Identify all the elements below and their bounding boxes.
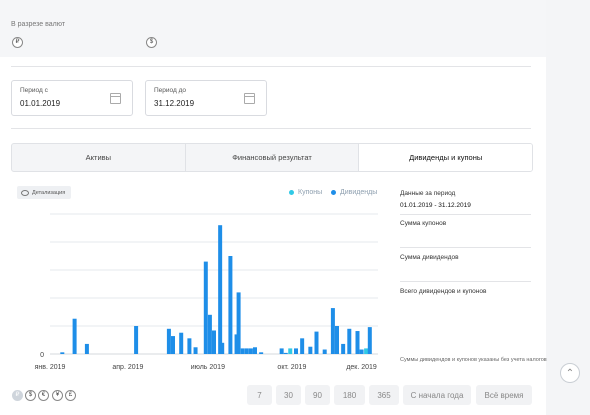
coupons-dot-icon (289, 190, 294, 195)
side-coupons-sum-label: Сумма купонов (400, 220, 447, 227)
pound-icon[interactable]: £ (65, 390, 76, 401)
x-tick-label: июль 2019 (191, 364, 225, 371)
dividend-bar (253, 347, 257, 354)
side-total-sum: Всего дивидендов и купонов (400, 288, 531, 295)
tab-financial-result[interactable]: Финансовый результат (186, 144, 360, 171)
dividend-bar (341, 343, 346, 354)
divider (400, 214, 531, 215)
detail-button-label: Детализация (32, 189, 66, 196)
dividend-bar (300, 338, 305, 354)
dividend-bar (259, 352, 264, 354)
side-period-value: 01.01.2019 - 31.12.2019 (400, 202, 471, 209)
dividend-bar (84, 343, 89, 354)
dividend-bar (203, 261, 208, 354)
dividend-bar (330, 308, 335, 354)
dividend-bar (236, 292, 241, 354)
dividend-bar (212, 330, 216, 354)
dollar-icon[interactable]: $ (25, 390, 36, 401)
dividend-bar (248, 348, 253, 354)
dividend-bar (314, 331, 319, 354)
dividend-bar (244, 348, 249, 354)
dividend-bar (218, 225, 223, 354)
ruble-icon[interactable]: ₽ (12, 37, 23, 48)
period-365-button[interactable]: 365 (369, 385, 399, 405)
divider (11, 128, 531, 129)
x-tick-label: окт. 2019 (277, 364, 306, 371)
dividend-bar (294, 348, 298, 354)
main-panel: В разрезе валют ₽ $ Период с 01.01.2019 … (0, 0, 547, 415)
dividend-bar (72, 318, 77, 354)
period-to-field[interactable]: Период до 31.12.2019 (145, 80, 267, 116)
dividend-bar (355, 331, 360, 354)
side-coupons-sum: Сумма купонов (400, 220, 531, 227)
period-from-value: 01.01.2019 (20, 99, 61, 108)
period-180-button[interactable]: 180 (334, 385, 365, 405)
legend-coupons-label: Купоны (298, 189, 323, 196)
dividend-bar (347, 328, 352, 354)
period-30-button[interactable]: 30 (276, 385, 301, 405)
side-total-sum-label: Всего дивидендов и купонов (400, 288, 487, 295)
x-tick-label: янв. 2019 (35, 364, 66, 371)
scroll-up-button[interactable]: ⌃ (560, 363, 580, 383)
calendar-icon[interactable] (110, 93, 121, 104)
euro-icon[interactable]: € (38, 390, 49, 401)
dividend-bar (193, 347, 198, 354)
period-ytd-button[interactable]: С начала года (403, 385, 471, 405)
dividend-bar (279, 348, 284, 354)
dividend-bar (207, 314, 212, 354)
tabs: Активы Финансовый результат Дивиденды и … (11, 143, 533, 172)
dividends-dot-icon (331, 190, 336, 195)
legend-coupons: Купоны (289, 189, 322, 196)
arrow-up-icon: ⌃ (565, 367, 575, 379)
legend-dividends: Дивиденды (331, 189, 377, 196)
calendar-icon[interactable] (244, 93, 255, 104)
dividend-bar (179, 332, 184, 354)
tax-note: Суммы дивидендов и купонов указаны без у… (400, 357, 547, 363)
coupon-bar (364, 348, 369, 354)
x-tick-label: дек. 2019 (346, 364, 377, 371)
dividend-bar (171, 336, 175, 354)
dividend-bar (308, 346, 313, 354)
period-90-button[interactable]: 90 (305, 385, 330, 405)
dividend-bar (166, 328, 171, 354)
side-period-title: Данные за период (400, 190, 456, 197)
dividend-bar (367, 327, 372, 354)
dividend-bar (134, 326, 139, 354)
yen-icon[interactable]: ¥ (52, 390, 63, 401)
legend-dividends-label: Дивиденды (340, 189, 378, 196)
dividend-bar (283, 352, 288, 354)
period-from-label: Период с (20, 87, 48, 94)
dollar-icon[interactable]: $ (146, 37, 157, 48)
detail-button[interactable]: Детализация (17, 186, 71, 199)
ruble-icon[interactable]: ₽ (12, 390, 23, 401)
currency-section-title: В разрезе валют (11, 21, 66, 28)
period-from-field[interactable]: Период с 01.01.2019 (11, 80, 133, 116)
period-to-value: 31.12.2019 (154, 99, 195, 108)
period-all-button[interactable]: Всё время (476, 385, 532, 405)
dividend-bar (60, 352, 65, 354)
dividend-bar (220, 342, 225, 354)
dividend-bar (335, 326, 339, 354)
x-tick-label: апр. 2019 (112, 364, 143, 371)
eye-icon (21, 189, 29, 196)
currency-section: В разрезе валют ₽ $ (0, 0, 546, 57)
side-period: Данные за период 01.01.2019 - 31.12.2019 (400, 190, 531, 209)
divider (11, 66, 531, 67)
dividend-bar (240, 348, 245, 354)
divider (400, 247, 531, 248)
y-tick-label: 0 (40, 352, 44, 359)
dividends-chart: 0 янв. 2019 апр. 2019 июль 2019 окт. 2019 дек… (35, 213, 378, 371)
dividend-bar (359, 349, 364, 354)
dividend-bar (322, 349, 327, 354)
dividend-bar (228, 256, 233, 354)
tab-dividends-coupons[interactable]: Дивиденды и купоны (359, 144, 532, 171)
side-dividends-sum: Сумма дивидендов (400, 254, 531, 261)
period-to-label: Период до (154, 87, 187, 94)
dividend-bar (187, 338, 192, 354)
tab-assets[interactable]: Активы (12, 144, 186, 171)
coupon-bar (288, 348, 293, 354)
divider (400, 281, 531, 282)
side-dividends-sum-label: Сумма дивидендов (400, 254, 459, 261)
period-7-button[interactable]: 7 (247, 385, 272, 405)
